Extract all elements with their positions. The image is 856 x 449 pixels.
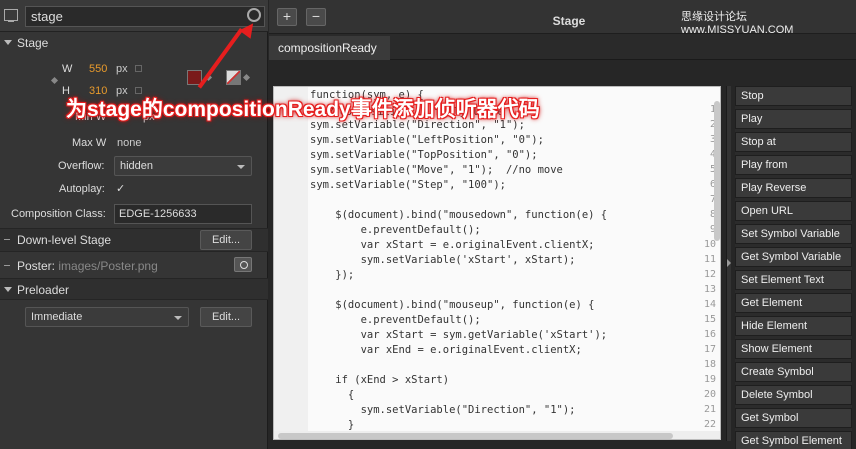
downlevel-edit-button[interactable]: Edit... [200, 230, 252, 250]
code-line[interactable]: { [310, 389, 354, 401]
snippet-button[interactable]: Play Reverse [735, 178, 852, 198]
horizontal-scrollbar[interactable] [278, 433, 673, 439]
preloader-section-header[interactable]: Preloader [0, 278, 268, 300]
properties-header: stage [0, 0, 268, 32]
line-number: 11 [703, 254, 716, 265]
code-line[interactable]: $(document).bind("mousedown", function(e… [310, 209, 607, 221]
snippet-button[interactable]: Create Symbol [735, 362, 852, 382]
collapsed-dash-icon [4, 265, 10, 266]
autoplay-checkbox[interactable]: ✓ [116, 182, 125, 195]
snippet-button[interactable]: Delete Symbol [735, 385, 852, 405]
line-number: 22 [703, 419, 716, 430]
snippet-button[interactable]: Show Element [735, 339, 852, 359]
width-label: W [62, 63, 73, 75]
autoplay-label: Autoplay: [59, 183, 105, 195]
preloader-select[interactable]: Immediate [25, 307, 189, 327]
code-line[interactable]: sym.setVariable('xStart', xStart); [310, 254, 576, 266]
code-line[interactable]: }); [310, 269, 354, 281]
snippets-collapse-handle[interactable] [726, 86, 731, 441]
stage-icon [4, 9, 18, 22]
code-line[interactable]: var xEnd = e.originalEvent.clientX; [310, 344, 582, 356]
poster-path: images/Poster.png [58, 259, 158, 273]
line-number-gutter [274, 87, 308, 439]
border-keyframe-icon[interactable] [242, 73, 251, 82]
code-window: + − Stage 思缘设计论坛 www.MISSYUAN.COM compos… [269, 0, 856, 449]
max-width-label: Max W [72, 137, 107, 149]
line-number: 20 [703, 389, 716, 400]
line-number: 18 [703, 359, 716, 370]
downlevel-stage-label: Down-level Stage [17, 233, 112, 247]
element-name-field[interactable]: stage [25, 6, 265, 27]
code-editor[interactable]: function(sym, e) {1// 在composition is fu… [273, 86, 721, 440]
properties-panel: stage Stage W 550 px H 310 px Min W px M… [0, 0, 268, 449]
snippet-button[interactable]: Open URL [735, 201, 852, 221]
snippet-button[interactable]: Stop at [735, 132, 852, 152]
code-line[interactable]: sym.setVariable("TopPosition", "0"); [310, 149, 538, 161]
snippet-button[interactable]: Get Symbol Variable [735, 247, 852, 267]
snippet-button[interactable]: Play [735, 109, 852, 129]
poster-row: Poster: images/Poster.png [0, 255, 268, 277]
width-lock-icon[interactable] [135, 65, 142, 72]
snippet-button[interactable]: Get Symbol [735, 408, 852, 428]
line-number: 13 [703, 284, 716, 295]
border-color-swatch[interactable] [226, 70, 241, 85]
collapse-triangle-icon [4, 287, 12, 292]
edge-animate-window: stage Stage W 550 px H 310 px Min W px M… [0, 0, 856, 449]
snippet-button[interactable]: Set Symbol Variable [735, 224, 852, 244]
watermark: 思缘设计论坛 www.MISSYUAN.COM [681, 11, 794, 36]
preloader-edit-button[interactable]: Edit... [200, 307, 252, 327]
code-line[interactable]: sym.setVariable("Direction", "1"); [310, 404, 576, 416]
annotation-caption: 为stage的compositionReady事件添加侦听器代码 [66, 98, 540, 121]
code-line[interactable]: e.preventDefault(); [310, 224, 481, 236]
code-line[interactable]: sym.setVariable("Step", "100"); [310, 179, 506, 191]
collapse-triangle-icon [4, 40, 12, 45]
composition-class-field[interactable]: EDGE-1256633 [114, 204, 252, 224]
width-unit[interactable]: px [116, 63, 128, 75]
max-width-value[interactable]: none [117, 137, 141, 149]
code-snippets-panel: Stop Play Stop at Play from Play Reverse Open… [735, 86, 852, 449]
snippet-button[interactable]: Set Element Text [735, 270, 852, 290]
line-number: 12 [703, 269, 716, 280]
line-number: 17 [703, 344, 716, 355]
code-line[interactable]: } [310, 419, 354, 431]
width-value[interactable]: 550 [89, 63, 107, 75]
snippet-button[interactable]: Hide Element [735, 316, 852, 336]
code-line[interactable]: var xStart = sym.getVariable('xStart'); [310, 329, 608, 341]
code-tabbar: compositionReady [269, 34, 856, 60]
code-window-titlebar: + − Stage 思缘设计论坛 www.MISSYUAN.COM [269, 0, 856, 36]
poster-label: Poster: [17, 259, 56, 273]
code-line[interactable]: sym.setVariable("Move", "1"); //no move [310, 164, 563, 176]
line-number: 14 [703, 299, 716, 310]
code-line[interactable]: if (xEnd > xStart) [310, 374, 449, 386]
code-line[interactable]: $(document).bind("mouseup", function(e) … [310, 299, 594, 311]
vertical-scrollbar[interactable] [714, 101, 720, 241]
snippet-button[interactable]: Play from [735, 155, 852, 175]
line-number: 19 [703, 374, 716, 385]
overflow-label: Overflow: [58, 160, 105, 172]
collapsed-dash-icon [4, 239, 10, 240]
overflow-select[interactable]: hidden [114, 156, 252, 176]
line-number: 21 [703, 404, 716, 415]
link-wh-icon[interactable] [50, 76, 59, 85]
code-line[interactable]: sym.setVariable("LeftPosition", "0"); [310, 134, 544, 146]
line-number: 15 [703, 314, 716, 325]
code-line[interactable]: var xStart = e.originalEvent.clientX; [310, 239, 595, 251]
snippet-button[interactable]: Stop [735, 86, 852, 106]
code-line[interactable]: e.preventDefault(); [310, 314, 481, 326]
composition-class-label: Composition Class: [11, 208, 106, 220]
camera-icon[interactable] [234, 257, 252, 272]
tab-compositionready[interactable]: compositionReady [269, 36, 390, 60]
line-number: 10 [703, 239, 716, 250]
snippet-button[interactable]: Get Element [735, 293, 852, 313]
line-number: 16 [703, 329, 716, 340]
preloader-section-title: Preloader [17, 283, 70, 297]
stage-section-title: Stage [17, 36, 49, 50]
snippet-button[interactable]: Get Symbol Element [735, 431, 852, 449]
